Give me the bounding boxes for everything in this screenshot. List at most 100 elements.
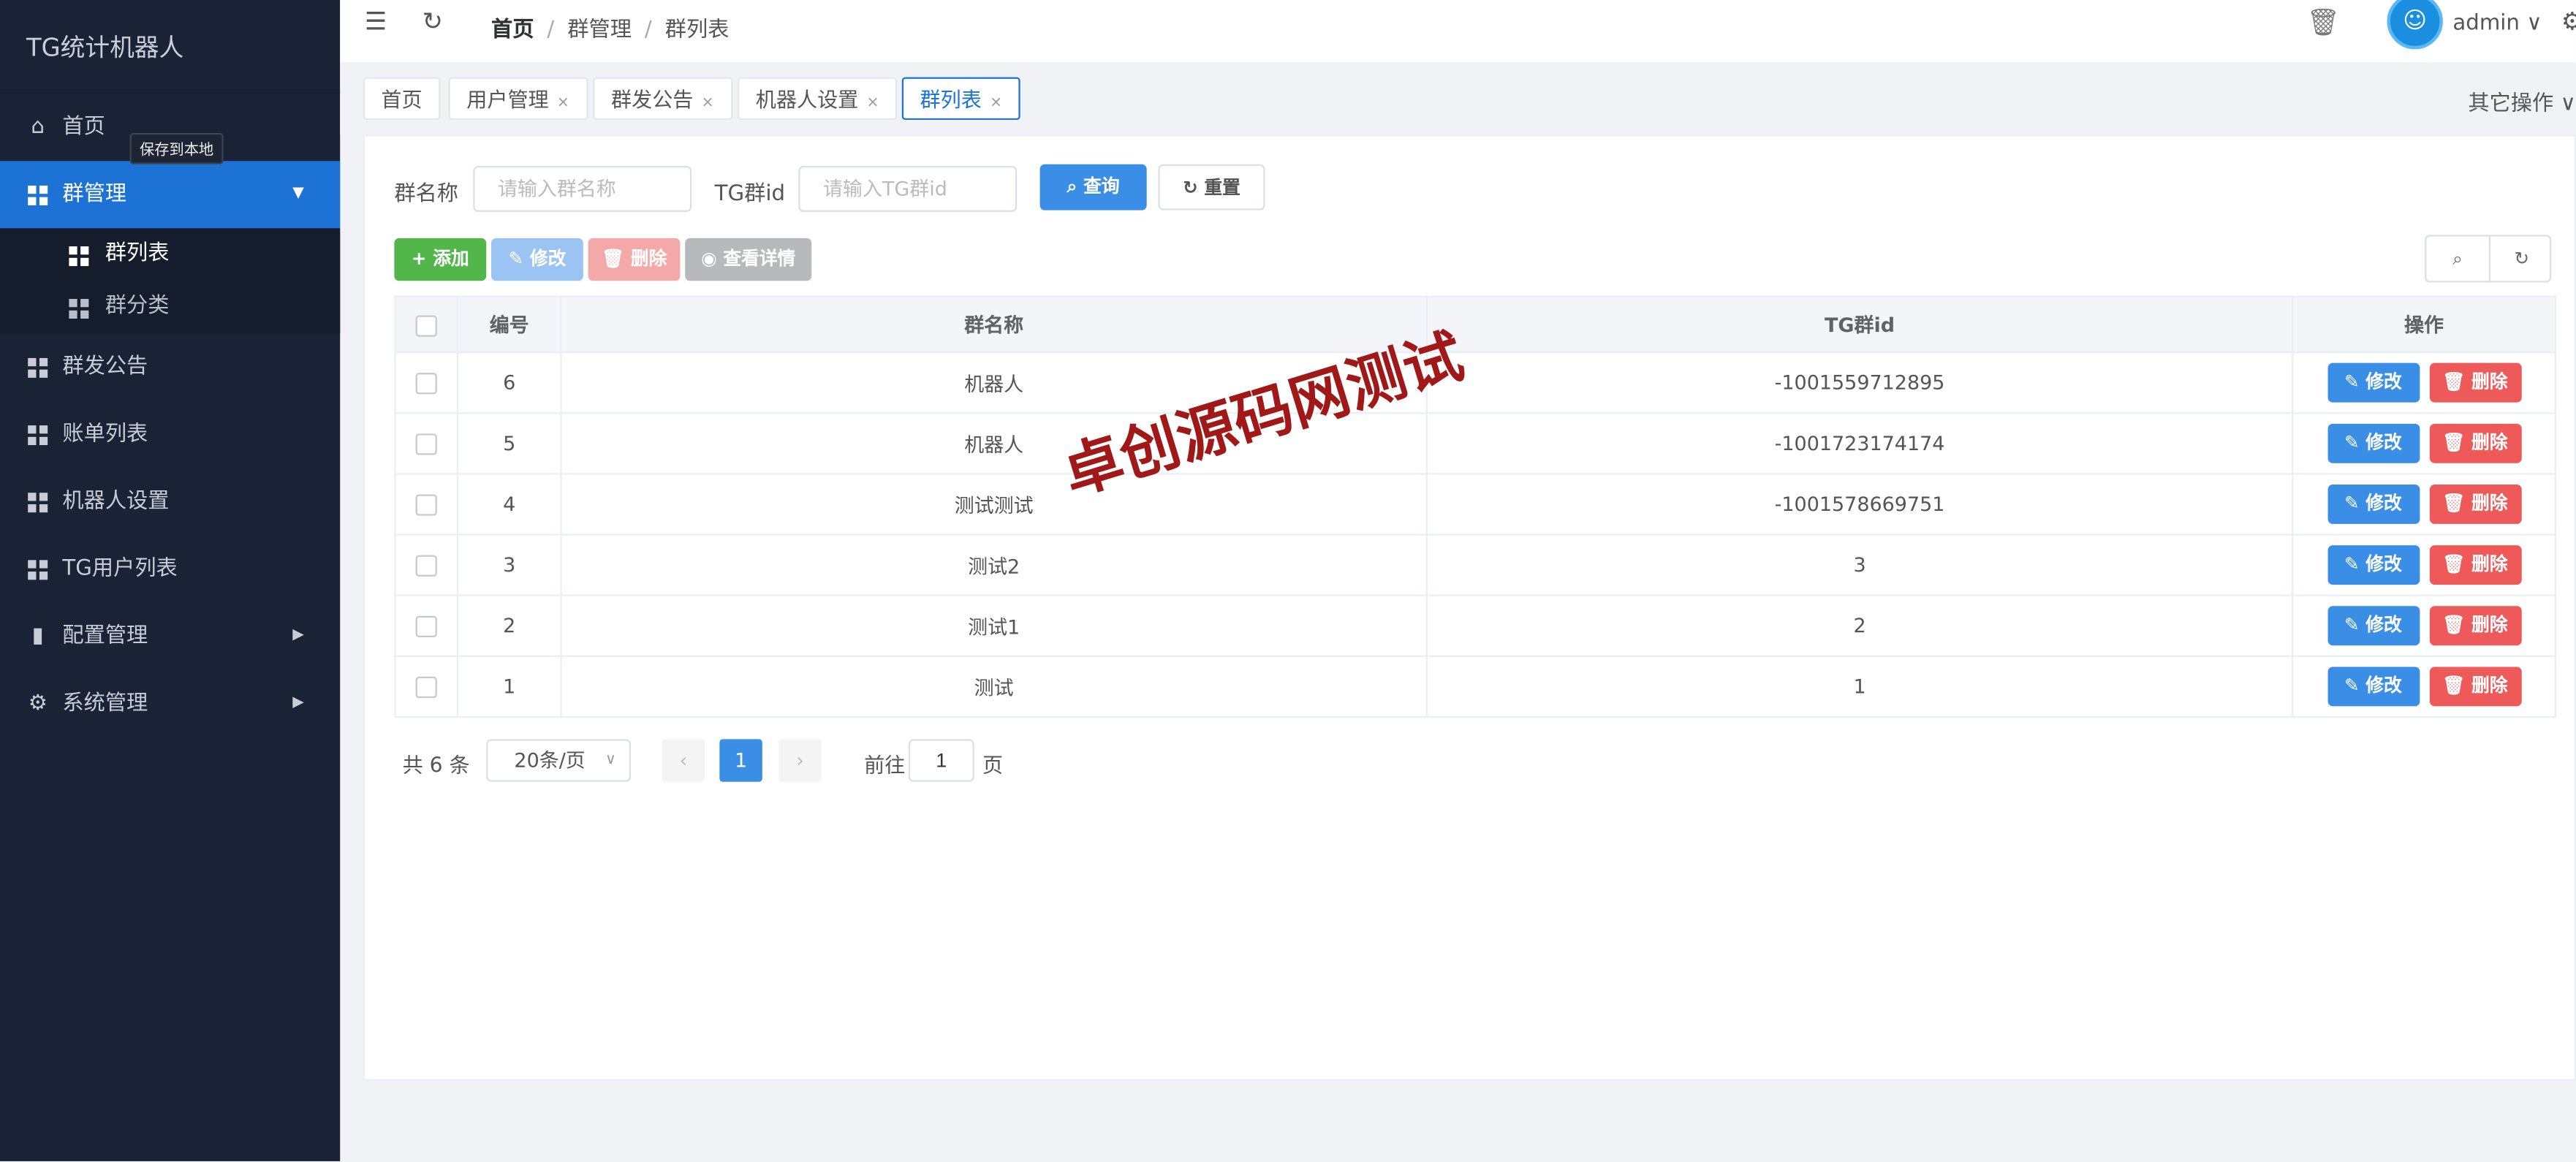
trash-icon[interactable]: 🗑 bbox=[2306, 7, 2340, 38]
reset-button[interactable]: ↻ 重置 bbox=[1158, 164, 1265, 210]
row-checkbox[interactable] bbox=[394, 655, 459, 718]
page-suffix-label: 页 bbox=[982, 752, 1004, 778]
close-icon[interactable]: × bbox=[557, 95, 569, 111]
search-icon: ⌕ bbox=[1067, 175, 1077, 197]
cell-tgid: 3 bbox=[1425, 533, 2294, 596]
chevron-down-icon: ∨ bbox=[2560, 91, 2576, 117]
cell-ops: ✎ 修改 🗑 删除 bbox=[2292, 351, 2556, 414]
sidebar-item-config[interactable]: ▮ 配置管理 ▶ bbox=[0, 603, 340, 670]
cell-ops: ✎ 修改 🗑 删除 bbox=[2292, 655, 2556, 718]
cell-ops: ✎ 修改 🗑 删除 bbox=[2292, 594, 2556, 657]
cell-name: 测试1 bbox=[560, 594, 1428, 657]
row-delete-button[interactable]: 🗑 删除 bbox=[2428, 423, 2521, 463]
close-icon[interactable]: × bbox=[990, 95, 1002, 111]
query-button[interactable]: ⌕ 查询 bbox=[1039, 164, 1147, 210]
row-delete-button[interactable]: 🗑 删除 bbox=[2428, 484, 2521, 524]
sidebar-item-label: 账单列表 bbox=[62, 422, 148, 447]
sidebar-item-bills[interactable]: 账单列表 bbox=[0, 400, 340, 468]
cell-id: 5 bbox=[456, 412, 562, 475]
row-edit-button[interactable]: ✎ 修改 bbox=[2327, 606, 2420, 646]
gear-icon[interactable]: ⚙ bbox=[2561, 7, 2576, 36]
row-checkbox[interactable] bbox=[394, 412, 459, 475]
select-all-checkbox[interactable] bbox=[394, 295, 459, 354]
tab-home[interactable]: 首页 bbox=[363, 77, 441, 121]
table-row: 4 测试测试 -1001578669751 ✎ 修改 🗑 删除 bbox=[394, 473, 2556, 536]
search-toggle-icon[interactable]: ⌕ bbox=[2426, 237, 2488, 281]
next-page-button[interactable]: › bbox=[779, 739, 822, 782]
other-operations-dropdown[interactable]: 其它操作 ∨ bbox=[2468, 86, 2576, 117]
breadcrumb-item[interactable]: 首页 bbox=[491, 18, 534, 43]
cell-ops: ✎ 修改 🗑 删除 bbox=[2292, 533, 2556, 596]
cell-id: 2 bbox=[456, 594, 562, 657]
eye-icon: ◉ bbox=[701, 248, 717, 270]
cell-tgid: 2 bbox=[1425, 594, 2294, 657]
sidebar-item-group-management[interactable]: 群管理 ▼ bbox=[0, 161, 341, 229]
refresh-table-icon[interactable]: ↻ bbox=[2488, 236, 2553, 281]
row-edit-button[interactable]: ✎ 修改 bbox=[2327, 545, 2420, 585]
column-header-id: 编号 bbox=[456, 295, 562, 354]
row-delete-button[interactable]: 🗑 删除 bbox=[2428, 545, 2521, 585]
cell-id: 1 bbox=[456, 655, 562, 718]
sidebar: TG统计机器人 ⌂ 首页 保存到本地 群管理 ▼ 群列表 群分类 群发公告 账单… bbox=[0, 0, 341, 1161]
breadcrumb-item: 群列表 bbox=[664, 18, 730, 43]
top-header: ☰ ↻ 首页/群管理/群列表 🗑 ☺ admin ∨ ⚙ bbox=[340, 0, 2576, 63]
gear-icon: ⚙ bbox=[28, 691, 48, 716]
grid-icon bbox=[26, 161, 49, 228]
row-edit-button[interactable]: ✎ 修改 bbox=[2327, 484, 2420, 524]
row-checkbox[interactable] bbox=[394, 473, 459, 536]
row-edit-button[interactable]: ✎ 修改 bbox=[2327, 667, 2420, 707]
sidebar-subitem-group-list[interactable]: 群列表 bbox=[0, 228, 341, 281]
chevron-down-icon: ∨ bbox=[605, 752, 616, 769]
row-checkbox[interactable] bbox=[394, 594, 459, 657]
table-row: 3 测试2 3 ✎ 修改 🗑 删除 bbox=[394, 533, 2556, 596]
avatar[interactable]: ☺ bbox=[2387, 0, 2443, 50]
tab-group-list[interactable]: 群列表 × bbox=[901, 77, 1020, 121]
delete-button[interactable]: 🗑 删除 bbox=[588, 238, 681, 281]
tags-bar: 首页 用户管理 × 群发公告 × 机器人设置 × 群列表 × 其它操作 ∨ bbox=[340, 62, 2576, 135]
cell-id: 4 bbox=[456, 473, 562, 536]
column-header-ops: 操作 bbox=[2292, 295, 2556, 354]
row-checkbox[interactable] bbox=[394, 533, 459, 596]
caret-right-icon: ▶ bbox=[292, 627, 304, 644]
table-row: 1 测试 1 ✎ 修改 🗑 删除 bbox=[394, 655, 2556, 718]
sidebar-item-tg-users[interactable]: TG用户列表 bbox=[0, 536, 340, 603]
row-edit-button[interactable]: ✎ 修改 bbox=[2327, 423, 2420, 463]
edit-icon: ✎ bbox=[508, 248, 524, 270]
cell-id: 6 bbox=[456, 351, 562, 414]
menu-collapse-icon[interactable]: ☰ bbox=[365, 7, 387, 36]
view-details-button[interactable]: ◉ 查看详情 bbox=[685, 238, 812, 281]
row-delete-button[interactable]: 🗑 删除 bbox=[2428, 606, 2521, 646]
refresh-icon[interactable]: ↻ bbox=[423, 7, 443, 36]
tab-user-management[interactable]: 用户管理 × bbox=[448, 77, 588, 121]
sidebar-subitem-group-category[interactable]: 群分类 bbox=[0, 281, 341, 334]
sidebar-item-broadcast[interactable]: 群发公告 bbox=[0, 333, 340, 400]
tg-group-id-input[interactable] bbox=[798, 165, 1018, 212]
close-icon[interactable]: × bbox=[867, 95, 879, 111]
user-menu[interactable]: admin ∨ bbox=[2452, 12, 2542, 37]
sidebar-item-label: 首页 bbox=[62, 115, 105, 140]
bar-chart-icon: ▮ bbox=[31, 624, 44, 649]
add-button[interactable]: + 添加 bbox=[394, 238, 487, 281]
goto-page-input[interactable] bbox=[908, 739, 974, 782]
row-checkbox[interactable] bbox=[394, 351, 459, 414]
group-name-input[interactable] bbox=[473, 165, 692, 212]
save-local-tooltip: 保存到本地 bbox=[129, 133, 224, 164]
caret-down-icon: ▼ bbox=[292, 185, 304, 202]
tab-broadcast[interactable]: 群发公告 × bbox=[593, 77, 732, 121]
page-number-button[interactable]: 1 bbox=[719, 739, 762, 782]
grid-icon bbox=[26, 536, 49, 603]
row-edit-button[interactable]: ✎ 修改 bbox=[2327, 362, 2420, 403]
sidebar-item-system[interactable]: ⚙ 系统管理 ▶ bbox=[0, 670, 340, 737]
sidebar-item-label: 群发公告 bbox=[62, 354, 148, 380]
close-icon[interactable]: × bbox=[702, 95, 714, 111]
edit-button[interactable]: ✎ 修改 bbox=[490, 238, 583, 281]
prev-page-button[interactable]: ‹ bbox=[662, 739, 705, 782]
page-size-select[interactable]: 20条/页 ∨ bbox=[486, 739, 632, 782]
row-delete-button[interactable]: 🗑 删除 bbox=[2428, 362, 2521, 403]
grid-icon bbox=[26, 468, 49, 536]
row-delete-button[interactable]: 🗑 删除 bbox=[2428, 667, 2521, 707]
sidebar-item-bot-settings[interactable]: 机器人设置 bbox=[0, 468, 340, 536]
grid-icon bbox=[26, 400, 49, 468]
tab-bot-settings[interactable]: 机器人设置 × bbox=[738, 77, 898, 121]
cell-tgid: 1 bbox=[1425, 655, 2294, 718]
